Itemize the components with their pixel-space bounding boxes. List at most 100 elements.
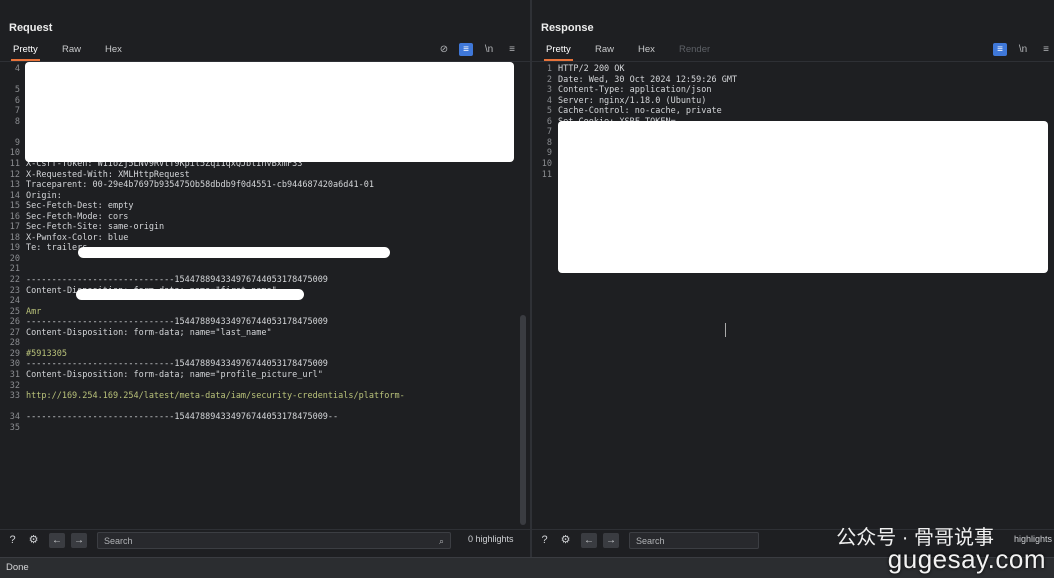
code-line: Cache-Control: no-cache, private	[558, 106, 722, 117]
menu-icon[interactable]: ≡	[505, 43, 519, 56]
request-title: Request	[9, 22, 53, 34]
line-number: 32	[9, 380, 20, 391]
code-line: Content-Type: application/json	[558, 85, 712, 96]
line-number: 27	[9, 327, 20, 338]
line-number: 15	[9, 201, 20, 212]
code-line: -----------------------------15447889433…	[26, 359, 328, 370]
line-number: 9	[546, 148, 552, 159]
newline-icon[interactable]: \n	[1016, 43, 1030, 56]
line-number: 33	[9, 391, 20, 402]
code-line: -----------------------------15447889433…	[26, 275, 328, 285]
forward-icon[interactable]: →	[71, 533, 87, 548]
line-number: 17	[9, 222, 20, 233]
line-number: 10	[9, 148, 20, 159]
line-number: 35	[9, 422, 20, 433]
line-number: 30	[9, 359, 20, 370]
request-pane: Request Pretty Raw Hex ⊘ ≡ \n ≡ 4User-Ag…	[0, 0, 532, 557]
request-tab-pretty[interactable]: Pretty	[11, 41, 40, 61]
help-icon[interactable]: ?	[537, 533, 552, 548]
line-number: 8	[546, 137, 552, 148]
line-number: 7	[546, 127, 552, 138]
wrap-icon[interactable]: ≡	[993, 43, 1007, 56]
code-line: Origin:	[26, 190, 67, 201]
redaction-referer	[78, 247, 390, 258]
line-number: 6	[14, 95, 20, 106]
line-number: 16	[9, 211, 20, 222]
line-number: 14	[9, 190, 20, 201]
back-icon[interactable]: ←	[581, 533, 597, 548]
menu-icon[interactable]: ≡	[1039, 43, 1053, 56]
line-number: 34	[9, 412, 20, 423]
back-icon[interactable]: ←	[49, 533, 65, 548]
code-line: Date: Wed, 30 Oct 2024 12:59:26 GMT	[558, 74, 738, 85]
request-tabs: Pretty Raw Hex ⊘ ≡ \n ≡	[0, 41, 530, 62]
code-line: Sec-Fetch-Site: same-origin	[26, 222, 165, 233]
code-line: Sec-Fetch-Dest: empty	[26, 201, 134, 212]
redaction-block	[25, 62, 514, 162]
request-search-placeholder: Search	[104, 536, 133, 546]
request-tab-hex[interactable]: Hex	[103, 41, 124, 59]
line-number: 22	[9, 275, 20, 285]
code-line: Server: nginx/1.18.0 (Ubuntu)	[558, 95, 707, 106]
line-number: 13	[9, 180, 20, 191]
response-tabs: Pretty Raw Hex Render ≡ \n ≡	[532, 41, 1054, 62]
line-number: 5	[14, 85, 20, 96]
line-number: 21	[9, 264, 20, 275]
request-tab-raw[interactable]: Raw	[60, 41, 83, 59]
line-number: 23	[9, 285, 20, 296]
line-number: 9	[14, 137, 20, 148]
line-number: 28	[9, 338, 20, 349]
line-number: 8	[14, 116, 20, 127]
eye-off-icon[interactable]: ⊘	[437, 43, 451, 56]
line-number: 31	[9, 369, 20, 380]
code-line: Content-Disposition: form-data; name="la…	[26, 327, 272, 338]
line-number: 1	[546, 64, 552, 74]
line-number: 19	[9, 243, 20, 254]
response-tab-raw[interactable]: Raw	[593, 41, 616, 59]
redaction-origin	[76, 289, 304, 300]
line-number: 10	[541, 158, 552, 169]
code-line: Content-Disposition: form-data; name="pr…	[26, 369, 323, 380]
line-number: 7	[14, 106, 20, 117]
code-line: X-Requested-With: XMLHttpRequest	[26, 169, 190, 180]
line-number: 4	[14, 64, 20, 74]
request-bottom-bar: ? ⚙ ← → Search ⌕ 0 highlights	[0, 529, 530, 552]
newline-icon[interactable]: \n	[482, 43, 496, 56]
line-number: 2	[546, 74, 552, 85]
line-number: 3	[546, 85, 552, 96]
line-number: 24	[9, 296, 20, 307]
settings-icon[interactable]: ⚙	[26, 533, 41, 548]
code-line: -----------------------------15447889433…	[26, 412, 339, 423]
text-cursor	[725, 323, 731, 337]
response-tab-hex[interactable]: Hex	[636, 41, 657, 59]
wrap-icon[interactable]: ≡	[459, 43, 473, 56]
code-line: http://169.254.169.254/latest/meta-data/…	[26, 391, 405, 402]
response-tab-pretty[interactable]: Pretty	[544, 41, 573, 61]
status-text: Done	[6, 562, 29, 573]
help-icon[interactable]: ?	[5, 533, 20, 548]
line-number: 5	[546, 106, 552, 117]
watermark-site: gugesay.com	[887, 544, 1046, 574]
request-highlights-count: 0 highlights	[468, 534, 514, 544]
response-search-placeholder: Search	[636, 536, 665, 546]
response-search-input[interactable]: Search	[629, 532, 759, 549]
line-number: 11	[541, 169, 552, 180]
forward-icon[interactable]: →	[603, 533, 619, 548]
code-line: X-Pwnfox-Color: blue	[26, 232, 129, 243]
line-number: 20	[9, 253, 20, 264]
code-line: Sec-Fetch-Mode: cors	[26, 211, 129, 222]
response-title: Response	[541, 22, 594, 34]
request-scrollbar[interactable]	[520, 315, 526, 525]
line-number: 11	[9, 158, 20, 169]
code-line: Traceparent: 00-29e4b7697b935475Ob58dbdb…	[26, 180, 374, 191]
response-tab-render[interactable]: Render	[677, 41, 712, 59]
line-number: 12	[9, 169, 20, 180]
code-line: #5913305	[26, 348, 67, 359]
request-search-input[interactable]: Search ⌕	[97, 532, 451, 549]
line-number: 4	[546, 95, 552, 106]
settings-icon[interactable]: ⚙	[558, 533, 573, 548]
line-number: 29	[9, 348, 20, 359]
line-number: 18	[9, 232, 20, 243]
code-line: Amr	[26, 306, 42, 317]
line-number: 6	[546, 116, 552, 127]
